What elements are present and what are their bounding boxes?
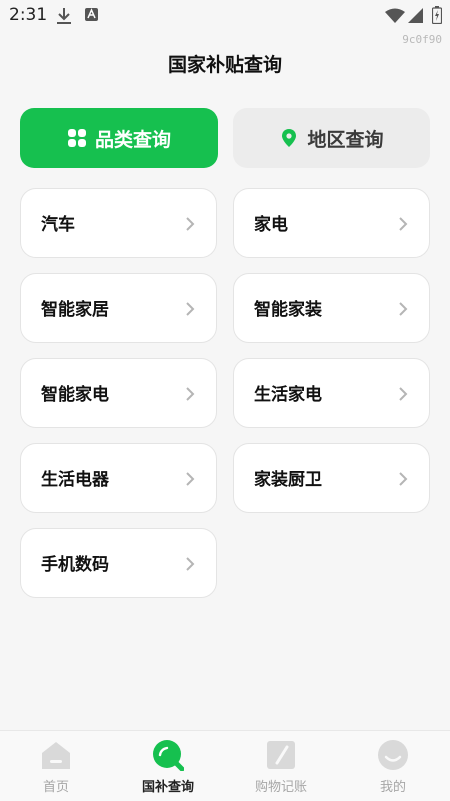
- category-label: 智能家电: [41, 385, 109, 405]
- bottom-nav: 首页 国补查询 购物记账 我的: [0, 730, 450, 801]
- nav-label-home: 首页: [42, 780, 69, 795]
- tab-category-query[interactable]: 品类查询: [20, 108, 218, 168]
- category-label: 生活家电: [254, 385, 322, 405]
- note-pencil-icon: [267, 741, 295, 769]
- nav-item-subsidy-query[interactable]: 国补查询: [112, 731, 224, 801]
- category-card-smart-renovation[interactable]: 智能家装: [233, 273, 430, 343]
- home-icon: [42, 742, 70, 769]
- category-label: 手机数码: [41, 555, 109, 575]
- nav-item-shopping-ledger[interactable]: 购物记账: [225, 731, 337, 801]
- chevron-right-icon: [186, 387, 195, 401]
- chevron-right-icon: [186, 217, 195, 231]
- battery-charging-icon: [432, 6, 442, 24]
- chevron-right-icon: [399, 472, 408, 486]
- status-bar: 2:31: [0, 0, 450, 32]
- cellular-signal-icon: [408, 8, 423, 23]
- tab-category-query-label: 品类查询: [94, 128, 171, 151]
- category-card-kitchen-bath[interactable]: 家装厨卫: [233, 443, 430, 513]
- app-notification-icon: [85, 8, 98, 21]
- category-card-smart-appliances[interactable]: 智能家电: [20, 358, 217, 428]
- category-card-life-electrics[interactable]: 生活电器: [20, 443, 217, 513]
- chevron-right-icon: [186, 557, 195, 571]
- page-title: 国家补贴查询: [167, 54, 282, 76]
- chevron-right-icon: [186, 472, 195, 486]
- wifi-icon: [385, 8, 405, 23]
- nav-label-shopping-ledger: 购物记账: [254, 780, 307, 795]
- category-label: 家电: [254, 215, 288, 235]
- smiley-icon: [378, 740, 408, 770]
- category-label: 汽车: [41, 215, 75, 235]
- tab-region-query-label: 地区查询: [307, 128, 384, 151]
- nav-item-home[interactable]: 首页: [0, 731, 112, 801]
- chevron-right-icon: [399, 387, 408, 401]
- grid-icon: [67, 129, 86, 147]
- category-card-phones-digital[interactable]: 手机数码: [20, 528, 217, 598]
- location-pin-icon: [282, 129, 297, 147]
- chevron-right-icon: [186, 302, 195, 316]
- category-label: 智能家装: [254, 300, 322, 320]
- watermark-text: 9c0f90: [402, 33, 442, 46]
- nav-item-profile[interactable]: 我的: [337, 731, 449, 801]
- category-card-car[interactable]: 汽车: [20, 188, 217, 258]
- chevron-right-icon: [399, 302, 408, 316]
- tab-region-query[interactable]: 地区查询: [233, 108, 430, 168]
- chevron-right-icon: [399, 217, 408, 231]
- category-label: 家装厨卫: [254, 470, 322, 490]
- search-icon: [153, 740, 184, 771]
- category-card-life-appliances[interactable]: 生活家电: [233, 358, 430, 428]
- category-card-smart-home[interactable]: 智能家居: [20, 273, 217, 343]
- nav-label-profile: 我的: [379, 780, 406, 795]
- status-time: 2:31: [9, 5, 48, 25]
- category-label: 智能家居: [41, 300, 109, 320]
- category-card-appliances[interactable]: 家电: [233, 188, 430, 258]
- nav-label-subsidy-query: 国补查询: [141, 780, 194, 795]
- category-label: 生活电器: [41, 470, 109, 490]
- download-icon: [57, 8, 71, 24]
